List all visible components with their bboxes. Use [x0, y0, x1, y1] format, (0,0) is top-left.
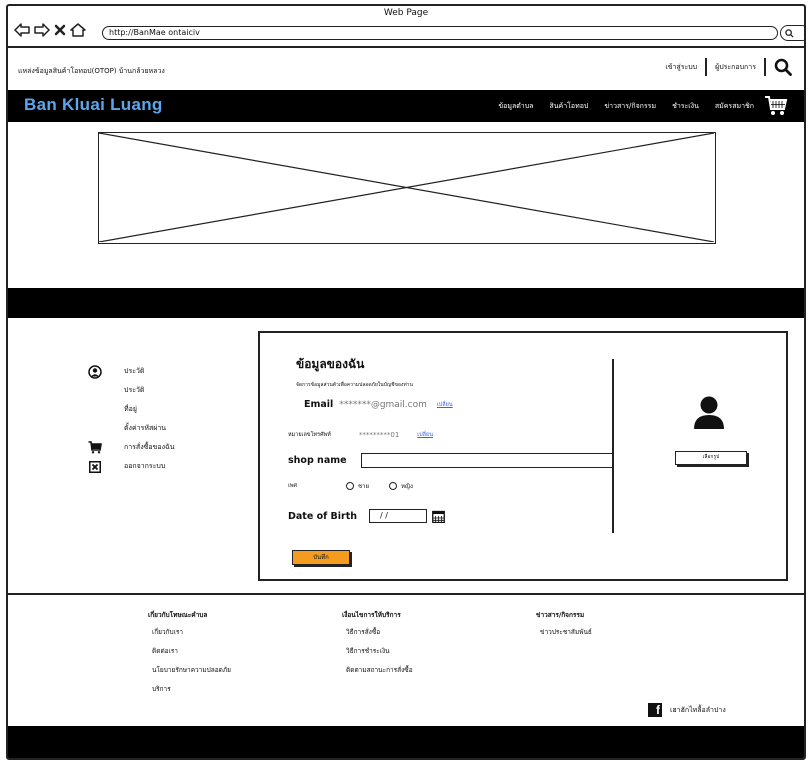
footer-divider — [8, 593, 804, 595]
phone-row: หมายเลขโทรศัพท์ *********01 เปลี่ยน — [288, 431, 433, 439]
stop-icon[interactable] — [54, 24, 66, 36]
url-bar[interactable]: http://BanMae ontaiciv — [102, 26, 778, 40]
gender-row: เพศ ชาย หญิง — [288, 481, 413, 491]
operator-link[interactable]: ผู้ประกอบการ — [715, 62, 756, 73]
dob-label: Date of Birth — [288, 510, 358, 522]
panel-divider — [612, 359, 614, 533]
nav-item-subdistrict-info[interactable]: ข้อมูลตำบล — [498, 101, 533, 112]
site-description: แหล่งข้อมูลสินค้าโอทอป(OTOP) บ้านกล้วยหล… — [18, 67, 165, 75]
sidebar-item-label: ประวัติ — [124, 367, 145, 375]
browser-search-field[interactable] — [780, 25, 804, 41]
home-icon[interactable] — [70, 23, 86, 37]
section-divider-bar — [8, 288, 804, 318]
shop-name-input[interactable] — [360, 453, 613, 468]
back-icon[interactable] — [14, 23, 30, 37]
search-icon — [785, 28, 794, 38]
footer-column-about: เกี่ยวกับโทษณะคำบล เกี่ยวกับเรา ติดต่อเร… — [148, 610, 231, 703]
nav-item-register[interactable]: สมัครสมาชิก — [715, 101, 754, 112]
gender-option-male[interactable]: ชาย — [346, 481, 369, 491]
sidebar-item-label: ที่อยู่ — [124, 405, 137, 413]
browser-nav-buttons — [14, 20, 86, 40]
search-icon[interactable] — [774, 58, 792, 76]
change-email-link[interactable]: เปลี่ยน — [437, 401, 453, 409]
account-links: เข้าสู่ระบบ ผู้ประกอบการ — [665, 58, 792, 76]
brand-logo[interactable]: Ban Kluai Luang — [24, 95, 163, 115]
nav-item-otop-products[interactable]: สินค้าโอทอป — [549, 101, 588, 112]
nav-item-payment[interactable]: ชำระเงิน — [672, 101, 699, 112]
page-title: ข้อมูลของฉัน — [296, 357, 365, 371]
choose-image-button[interactable]: เลือกรูป — [675, 451, 747, 465]
close-box-icon — [89, 460, 101, 473]
profile-avatar-icon — [694, 396, 724, 429]
sidebar-item-label: ตั้งค่ารหัสผ่าน — [124, 424, 167, 432]
email-label: Email — [304, 399, 334, 410]
top-info-bar: แหล่งข้อมูลสินค้าโอทอป(OTOP) บ้านกล้วยหล… — [8, 48, 804, 90]
social-label: เฮาฮักไทลื้อลำปาง — [670, 705, 726, 714]
login-link[interactable]: เข้าสู่ระบบ — [665, 62, 697, 73]
sidebar-item-label: ประวัติ — [124, 386, 145, 394]
phone-value: *********01 — [358, 431, 400, 439]
phone-label: หมายเลขโทรศัพท์ — [288, 432, 331, 438]
cart-icon[interactable] — [764, 95, 788, 117]
window-title: Web Page — [383, 8, 429, 18]
footer-link-track-order[interactable]: ติดตามสถานะการสั่งซื้อ — [346, 665, 413, 684]
sidebar-item-address[interactable]: ที่อยู่ — [88, 400, 175, 419]
footer-column-terms: เงื่อนไขการให้บริการ วิธีการสั่งซื้อ วิธ… — [342, 610, 413, 684]
social-link[interactable]: f เฮาฮักไทลื้อลำปาง — [648, 703, 726, 717]
footer-heading: เกี่ยวกับโทษณะคำบล — [148, 611, 208, 619]
separator — [764, 58, 766, 76]
user-circle-icon — [88, 364, 102, 379]
email-value: *******@gmail.com — [339, 399, 427, 410]
placeholder-cross — [99, 133, 714, 242]
shop-name-label: shop name — [288, 455, 347, 466]
sidebar-item-my-orders[interactable]: การสั่งซื้อของฉัน — [88, 438, 175, 457]
sidebar-item-profile[interactable]: ประวัติ — [88, 362, 175, 381]
footer-link-how-to-order[interactable]: วิธีการสั่งซื้อ — [346, 627, 413, 646]
sidebar-item-logout[interactable]: ออกจากระบบ — [88, 457, 175, 476]
gender-label: เพศ — [288, 483, 297, 489]
calendar-icon[interactable] — [432, 510, 445, 523]
footer-link-contact[interactable]: ติดต่อเรา — [152, 646, 231, 665]
browser-window: Web Page http://BanMae ontaiciv แหล่งข้อ… — [6, 4, 806, 760]
main-navigation: Ban Kluai Luang ข้อมูลตำบล สินค้าโอทอป ข… — [8, 90, 804, 122]
page-subtitle: จัดการข้อมูลส่วนตัวเพื่อความปลอดภัยในบัญ… — [296, 382, 413, 388]
dob-input[interactable]: / / — [369, 509, 428, 523]
shop-name-row: shop name — [288, 453, 613, 468]
profile-panel: ข้อมูลของฉัน จัดการข้อมูลส่วนตัวเพื่อควา… — [258, 331, 788, 581]
nav-item-news[interactable]: ข่าวสาร/กิจกรรม — [604, 101, 656, 112]
footer-column-news: ข่าวสาร/กิจกรรม ข่าวประชาสัมพันธ์ — [536, 610, 592, 646]
email-row: Email *******@gmail.com เปลี่ยน — [304, 399, 453, 410]
change-phone-link[interactable]: เปลี่ยน — [417, 431, 433, 439]
gender-option-female[interactable]: หญิง — [388, 481, 413, 491]
footer-bottom-bar — [8, 726, 804, 758]
separator — [705, 58, 708, 76]
cart-icon — [88, 441, 102, 454]
nav-menu: ข้อมูลตำบล สินค้าโอทอป ข่าวสาร/กิจกรรม ช… — [498, 101, 754, 112]
radio-button[interactable] — [388, 482, 397, 490]
sidebar-item-password[interactable]: ตั้งค่ารหัสผ่าน — [88, 419, 175, 438]
footer-link-services[interactable]: บริการ — [152, 684, 231, 703]
footer-heading: เงื่อนไขการให้บริการ — [342, 611, 401, 619]
forward-icon[interactable] — [34, 23, 50, 37]
footer-heading: ข่าวสาร/กิจกรรม — [536, 611, 585, 619]
hero-image-placeholder — [98, 132, 716, 244]
sidebar-item-history[interactable]: ประวัติ — [88, 381, 175, 400]
footer-link-privacy[interactable]: นโยบายรักษาความปลอดภัย — [152, 665, 231, 684]
sidebar-item-label: การสั่งซื้อของฉัน — [124, 443, 175, 451]
footer-link-press-release[interactable]: ข่าวประชาสัมพันธ์ — [540, 627, 592, 646]
account-sidebar: ประวัติ ประวัติ ที่อยู่ ตั้งค่ารหัสผ่าน … — [88, 362, 175, 476]
facebook-icon[interactable]: f — [648, 703, 662, 717]
sidebar-item-label: ออกจากระบบ — [124, 462, 166, 470]
dob-row: Date of Birth / / — [288, 509, 445, 523]
radio-button[interactable] — [346, 482, 354, 490]
save-button[interactable]: บันทึก — [292, 550, 350, 565]
footer-link-about-us[interactable]: เกี่ยวกับเรา — [152, 627, 231, 646]
footer-link-how-to-pay[interactable]: วิธีการชำระเงิน — [346, 646, 413, 665]
